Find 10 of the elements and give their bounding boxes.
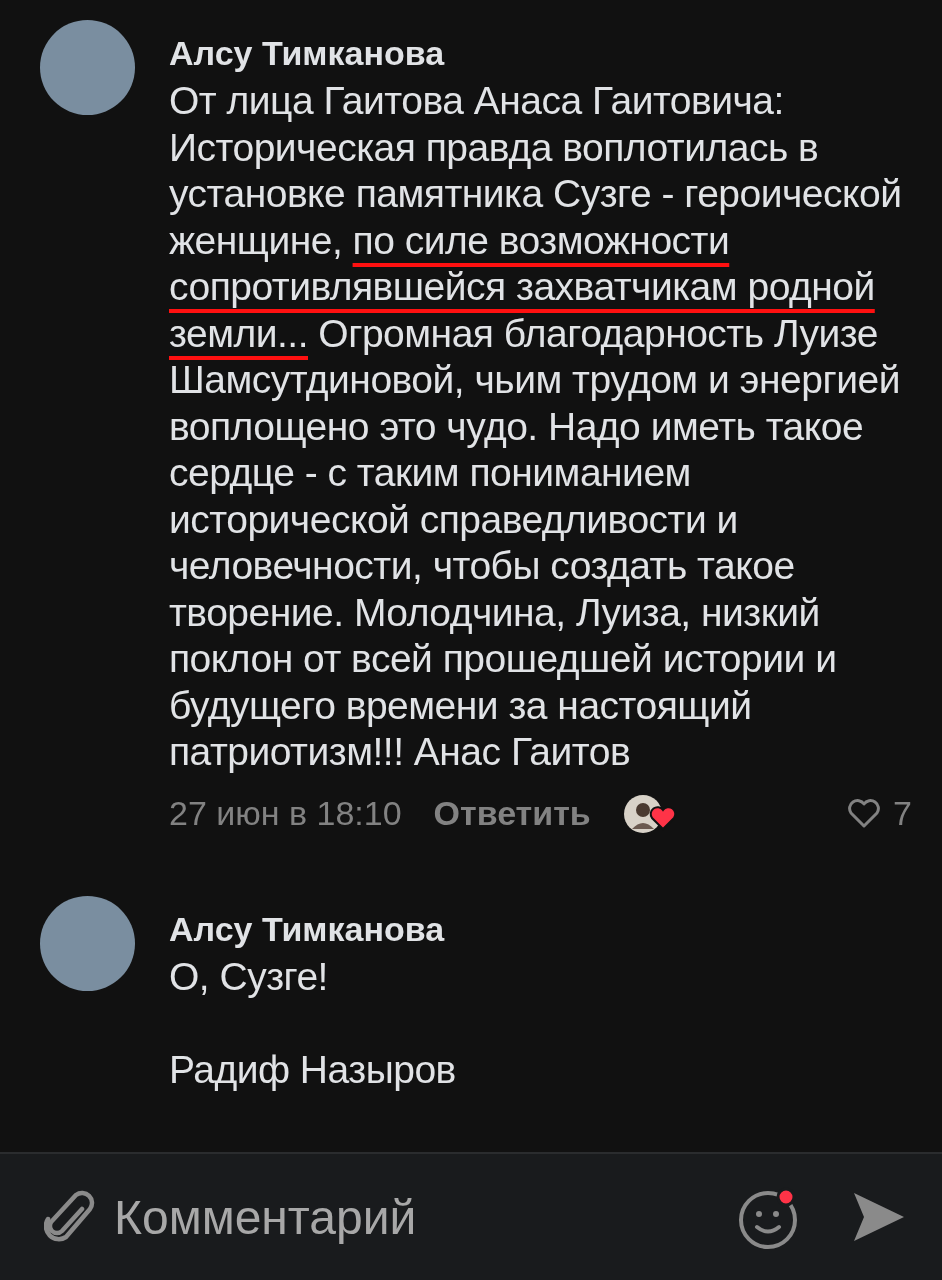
heart-icon[interactable] [847, 798, 882, 829]
comment-input[interactable]: Комментарий [114, 1181, 718, 1253]
author-name[interactable]: Алсу Тимканова [169, 36, 912, 70]
reply-link[interactable]: Ответить [433, 794, 591, 833]
comment-text: О, Сузге! Радиф Назыров [169, 953, 457, 1093]
comment-bar[interactable]: Комментарий [0, 1152, 942, 1280]
like-count: 7 [893, 794, 912, 833]
author-name[interactable]: Алсу Тимканова [169, 911, 912, 946]
comment-date: 27 июн в 18:10 [169, 794, 402, 833]
comment-text: От лица Гаитова Анаса Гаитовича: Историческая правда воплотилась в установке памятника Сузге - героической женщине, по силе возможности сопротивлявшейся захватчикам родной земли... Огромная благодарность Луизе Шамсутдиновой, чьим трудом и энергией воплощено это чудо. Надо иметь такое сердце - с таким пониманием исторической справедливости и человечности, чтобы создать такое творение. Молодчина, Луиза, низкий поклон от всей прошедшей истории и будущего времени за настоящий патриотизм!!! Анас Гаитов [169, 78, 903, 775]
